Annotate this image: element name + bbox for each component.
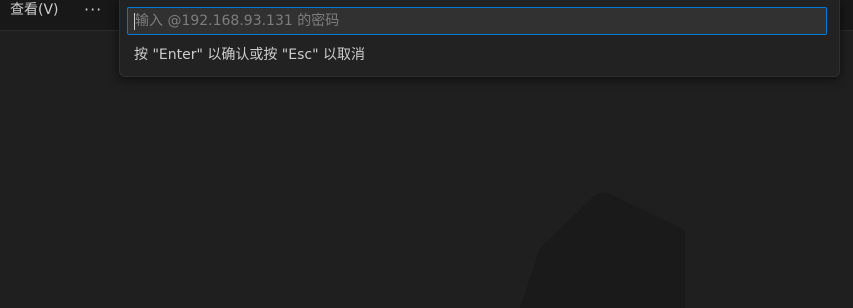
quick-input-widget: 按 "Enter" 以确认或按 "Esc" 以取消 <box>119 0 840 77</box>
password-input-box <box>127 7 827 35</box>
password-input[interactable] <box>128 8 826 34</box>
more-icon[interactable]: ··· <box>84 0 102 22</box>
text-caret <box>134 13 135 30</box>
menu-view[interactable]: 查看(V) <box>10 0 59 22</box>
vscode-watermark-icon <box>520 192 685 308</box>
quick-input-message: 按 "Enter" 以确认或按 "Esc" 以取消 <box>134 47 365 63</box>
